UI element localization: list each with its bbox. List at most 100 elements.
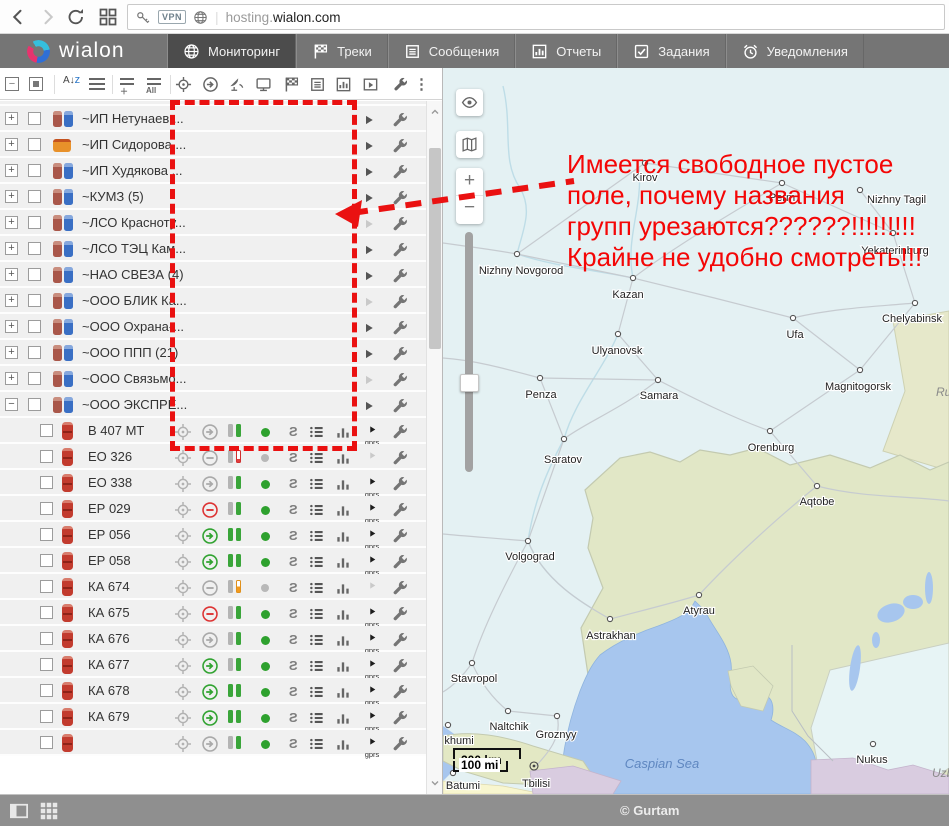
unit-reports-icon[interactable] [334, 735, 352, 753]
panel-scrollbar[interactable] [426, 101, 442, 794]
unit-name[interactable]: ЕР 058 [88, 553, 131, 568]
group-row[interactable]: + ~ИП Нетунаев ... [0, 106, 427, 132]
unit-checkbox[interactable] [40, 502, 53, 515]
group-properties-icon[interactable] [391, 215, 409, 233]
unit-messages-icon[interactable] [308, 579, 326, 597]
unit-messages-icon[interactable] [308, 709, 326, 727]
group-row[interactable]: + ~ИП Худякова ... [0, 158, 427, 184]
unit-name[interactable]: ЕО 326 [88, 449, 132, 464]
group-name[interactable]: ~ЛСО ТЭЦ Кам... [82, 241, 186, 256]
address-bar[interactable]: VPN | hosting.wialon.com [127, 4, 945, 30]
browser-forward-icon[interactable] [38, 7, 58, 27]
group-properties-icon[interactable] [391, 397, 409, 415]
unit-messages-icon[interactable] [308, 527, 326, 545]
unit-messages-icon[interactable] [308, 683, 326, 701]
group-properties-icon[interactable] [391, 371, 409, 389]
group-properties-icon[interactable] [391, 111, 409, 129]
zoom-in-button[interactable]: + [456, 168, 483, 196]
group-track-play-icon[interactable] [363, 165, 375, 177]
unit-properties-icon[interactable] [391, 501, 409, 519]
unit-checkbox[interactable] [40, 606, 53, 619]
unit-messages-icon[interactable] [308, 423, 326, 441]
group-track-play-icon[interactable] [363, 347, 375, 359]
browser-back-icon[interactable] [8, 7, 28, 27]
unit-messages-icon[interactable] [308, 631, 326, 649]
column-reports-icon[interactable] [335, 76, 352, 93]
unit-properties-icon[interactable] [391, 605, 409, 623]
column-tracks-icon[interactable] [283, 76, 300, 93]
group-properties-icon[interactable] [391, 163, 409, 181]
group-track-play-icon[interactable] [363, 269, 375, 281]
unit-row[interactable]: ЕР 029 S gprs [0, 496, 427, 522]
unit-name[interactable]: КА 674 [88, 579, 130, 594]
unit-properties-icon[interactable] [391, 631, 409, 649]
group-row[interactable]: + ~ЛСО ТЭЦ Кам... [0, 236, 427, 262]
unit-properties-icon[interactable] [391, 527, 409, 545]
app-tab[interactable]: Отчеты [515, 34, 617, 68]
unit-locate-icon[interactable] [174, 735, 192, 753]
group-expand-toggle[interactable]: + [5, 190, 18, 203]
column-satellite-icon[interactable] [228, 76, 245, 93]
group-name[interactable]: ~ООО Охрана-... [82, 319, 184, 334]
group-track-play-icon[interactable] [363, 399, 375, 411]
unit-locate-icon[interactable] [174, 657, 192, 675]
group-name[interactable]: ~ООО Связьмо... [82, 371, 186, 386]
unit-locate-icon[interactable] [174, 501, 192, 519]
unit-checkbox[interactable] [40, 476, 53, 489]
group-checkbox[interactable] [28, 216, 41, 229]
unit-name[interactable]: КА 678 [88, 683, 130, 698]
group-properties-icon[interactable] [391, 319, 409, 337]
unit-name[interactable]: ЕР 056 [88, 527, 131, 542]
group-row[interactable]: + ~ООО Связьмо... [0, 366, 427, 392]
group-properties-icon[interactable] [391, 345, 409, 363]
unit-checkbox[interactable] [40, 658, 53, 671]
group-checkbox[interactable] [28, 346, 41, 359]
browser-apps-grid-icon[interactable] [98, 7, 118, 27]
unit-reports-icon[interactable] [334, 605, 352, 623]
unit-messages-icon[interactable] [308, 475, 326, 493]
selection-mode-icon[interactable] [29, 77, 43, 91]
unit-row[interactable]: ЕО 326 S [0, 444, 427, 470]
map-layers-button[interactable] [456, 131, 483, 158]
unit-properties-icon[interactable] [391, 449, 409, 467]
unit-name[interactable]: КА 675 [88, 605, 130, 620]
unit-messages-icon[interactable] [308, 553, 326, 571]
column-messages-icon[interactable] [309, 76, 326, 93]
group-checkbox[interactable] [28, 164, 41, 177]
scroll-up-icon[interactable] [429, 105, 441, 117]
unit-properties-icon[interactable] [391, 423, 409, 441]
group-row[interactable]: + ~НАО СВЕЗА (4) [0, 262, 427, 288]
unit-properties-icon[interactable] [391, 553, 409, 571]
unit-name[interactable]: ЕО 338 [88, 475, 132, 490]
unit-row[interactable]: S gprs [0, 730, 427, 756]
unit-reports-icon[interactable] [334, 657, 352, 675]
unit-properties-icon[interactable] [391, 657, 409, 675]
unit-locate-icon[interactable] [174, 449, 192, 467]
unit-reports-icon[interactable] [334, 709, 352, 727]
group-name[interactable]: ~НАО СВЕЗА (4) [82, 267, 184, 282]
column-monitor-icon[interactable] [255, 76, 272, 93]
group-expand-toggle[interactable]: + [5, 112, 18, 125]
group-track-play-icon[interactable] [363, 321, 375, 333]
unit-row[interactable]: КА 674 S [0, 574, 427, 600]
map-zoom-slider-thumb[interactable] [460, 374, 479, 392]
group-checkbox[interactable] [28, 398, 41, 411]
app-tab[interactable]: Задания [617, 34, 725, 68]
scrollbar-thumb[interactable] [429, 148, 441, 349]
url-text[interactable]: hosting.wialon.com [226, 10, 341, 25]
unit-messages-icon[interactable] [308, 605, 326, 623]
unit-locate-icon[interactable] [174, 683, 192, 701]
list-settings-icon[interactable] [89, 78, 105, 95]
group-track-play-icon[interactable] [363, 113, 375, 125]
unit-row[interactable]: В 407 МТ S gprs [0, 418, 427, 444]
app-tab[interactable]: Треки [296, 34, 388, 68]
group-name[interactable]: ~ИП Нетунаев ... [82, 111, 184, 126]
group-name[interactable]: ~ИП Сидорова ... [82, 137, 186, 152]
group-expand-toggle[interactable]: + [5, 138, 18, 151]
unit-checkbox[interactable] [40, 684, 53, 697]
unit-locate-icon[interactable] [174, 527, 192, 545]
unit-checkbox[interactable] [40, 554, 53, 567]
unit-reports-icon[interactable] [334, 501, 352, 519]
group-row[interactable]: + ~КУМЗ (5) [0, 184, 427, 210]
group-expand-toggle[interactable]: + [5, 164, 18, 177]
